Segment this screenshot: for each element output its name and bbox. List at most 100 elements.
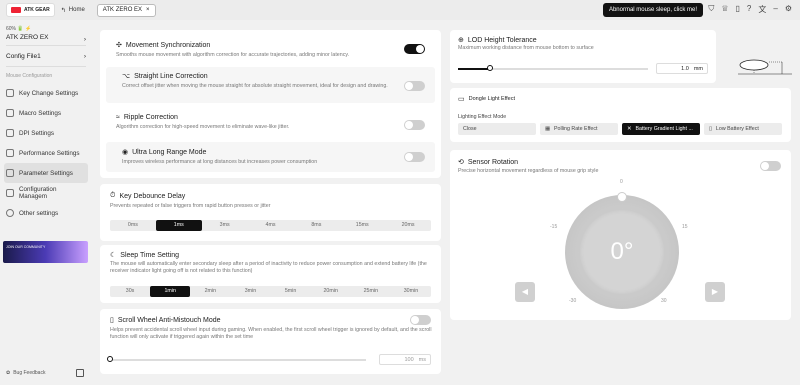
scroll-toggle[interactable] <box>410 315 431 325</box>
settings-icon[interactable]: ⚙ <box>785 4 792 15</box>
sleep-option[interactable]: 30min <box>391 286 431 297</box>
ulr-title: Ultra Long Range Mode <box>132 148 207 156</box>
sleep-option[interactable]: 25min <box>351 286 391 297</box>
crown-icon[interactable]: ♕ <box>721 4 728 15</box>
lod-desc: Maximum working distance from mouse bott… <box>458 45 594 51</box>
straight-icon: ⌥ <box>122 73 131 80</box>
ripple-title: Ripple Correction <box>123 114 178 121</box>
sidebar-item-key-change[interactable]: Key Change Settings <box>0 83 92 103</box>
divider <box>6 45 86 46</box>
battery-icon: ▯ <box>709 126 712 132</box>
ripple-icon: ≈ <box>116 114 120 121</box>
debounce-option[interactable]: 0ms <box>110 220 156 231</box>
translate-icon[interactable]: 文 <box>758 4 766 15</box>
macro-icon <box>6 109 14 117</box>
scroll-slider[interactable] <box>107 356 366 362</box>
sidebar-item-macro[interactable]: Macro Settings <box>0 103 92 123</box>
dongle-option-battery-gradient[interactable]: ✕ Battery Gradient Light ... <box>622 123 700 135</box>
debounce-option[interactable]: 15ms <box>339 220 385 231</box>
bug-feedback-label: Bug Feedback <box>13 370 46 376</box>
ripple-desc: Algorithm correction for high-speed move… <box>116 124 290 130</box>
sidebar-item-other[interactable]: Other settings <box>0 203 92 223</box>
brand-logo[interactable]: ATK GEAR <box>6 3 55 17</box>
debounce-option[interactable]: 8ms <box>293 220 339 231</box>
sidebar-item-parameter[interactable]: Parameter Settings <box>4 163 88 183</box>
ulr-toggle[interactable] <box>404 152 425 162</box>
sleep-title: Sleep Time Setting <box>120 251 180 259</box>
debounce-option[interactable]: 4ms <box>248 220 294 231</box>
collapse-sidebar-icon[interactable] <box>76 369 84 377</box>
slider-knob[interactable] <box>487 65 494 71</box>
straight-desc: Correct offset jitter when moving the mo… <box>122 83 388 89</box>
dial-knob[interactable] <box>617 192 627 202</box>
scroll-value: 100 <box>404 356 414 363</box>
sleep-option[interactable]: 2min <box>190 286 230 297</box>
shirt-icon[interactable]: ⛉ <box>708 4 714 15</box>
moon-icon: ☾ <box>110 252 117 259</box>
bug-icon: ✿ <box>6 370 11 376</box>
device-tab-label: ATK ZERO EX <box>102 7 143 13</box>
sleep-option[interactable]: 1min <box>150 286 191 297</box>
config-icon <box>6 189 14 197</box>
motion-settings-card: ✣ Movement Synchronization Smooths mouse … <box>100 30 441 178</box>
document-icon[interactable]: ▯ <box>736 4 740 15</box>
dongle-option-polling[interactable]: ▦ Polling Rate Effect <box>540 123 618 135</box>
sleep-option[interactable]: 3min <box>230 286 270 297</box>
straight-title: Straight Line Correction <box>134 72 208 80</box>
device-chevron-icon[interactable]: › <box>0 24 92 43</box>
bug-feedback-link[interactable]: ✿ Bug Feedback <box>6 370 45 376</box>
scroll-value-input[interactable]: 100 ms <box>379 354 431 365</box>
lod-card: ⊕ LOD Height Tolerance Maximum working di… <box>450 30 716 83</box>
sidebar-item-performance[interactable]: Performance Settings <box>0 143 92 163</box>
question-icon[interactable]: ? <box>747 4 751 15</box>
lod-title: LOD Height Tolerance <box>467 36 537 44</box>
sleep-alert-button[interactable]: Abnormal mouse sleep, click me! <box>602 3 703 17</box>
sidebar-item-label: Configuration Managem <box>18 186 57 200</box>
scroll-unit: ms <box>418 356 426 363</box>
lod-value: 1.0 <box>681 65 689 72</box>
ripple-row: ≈ Ripple Correction Algorithm correction … <box>100 108 441 138</box>
sync-title: Movement Synchronization <box>125 41 211 49</box>
sidebar-item-dpi[interactable]: DPI Settings <box>0 123 92 143</box>
slider-fill <box>458 68 491 70</box>
debounce-option[interactable]: 1ms <box>155 220 202 231</box>
minus-icon[interactable]: – <box>773 4 777 15</box>
dongle-option-low-battery[interactable]: ▯ Low Battery Effect <box>704 123 782 135</box>
lod-slider[interactable] <box>458 65 648 71</box>
straight-toggle[interactable] <box>404 81 425 91</box>
sync-icon: ✣ <box>116 42 122 49</box>
sleep-option[interactable]: 20min <box>311 286 351 297</box>
lod-mouse-illustration <box>730 58 796 78</box>
slider-knob[interactable] <box>107 356 113 362</box>
ripple-toggle[interactable] <box>404 120 425 130</box>
wifi-icon: ◉ <box>122 149 129 156</box>
rotate-right-button[interactable]: ▶ <box>705 282 725 302</box>
scroll-card: ▯ Scroll Wheel Anti-Mistouch Mode Helps p… <box>100 309 441 374</box>
dongle-option-label: Close <box>463 126 477 132</box>
config-selector[interactable]: Config File1 › <box>0 48 92 64</box>
device-tab[interactable]: ATK ZERO EX × <box>96 3 156 17</box>
sleep-option[interactable]: 5min <box>271 286 311 297</box>
sensor-toggle[interactable] <box>760 161 781 171</box>
sliders-icon <box>6 169 14 177</box>
sensor-rotation-dial[interactable]: 0° <box>565 192 679 309</box>
sensor-title: Sensor Rotation <box>467 158 519 166</box>
close-icon[interactable]: × <box>146 7 150 13</box>
keyboard-icon <box>6 89 14 97</box>
sleep-option[interactable]: 30s <box>110 286 150 297</box>
debounce-desc: Prevents repeated or false triggers from… <box>110 203 271 209</box>
tick-minus-15: -15 <box>550 224 558 230</box>
debounce-option[interactable]: 20ms <box>385 220 431 231</box>
debounce-card: ⏱ Key Debounce Delay Prevents repeated or… <box>100 184 441 241</box>
sidebar-item-configuration[interactable]: Configuration Managem <box>0 183 92 203</box>
debounce-option[interactable]: 3ms <box>202 220 248 231</box>
rotation-value: 0° <box>610 238 634 265</box>
home-link[interactable]: ↰ Home <box>61 7 85 14</box>
sync-toggle[interactable] <box>404 44 425 54</box>
rotate-left-button[interactable]: ◀ <box>515 282 535 302</box>
sidebar: 60% 🔋 ⚡ ATK ZERO EX › Config File1 › Mou… <box>0 20 92 385</box>
dongle-option-close[interactable]: Close <box>458 123 536 135</box>
debounce-selector: 0ms 1ms 3ms 4ms 8ms 15ms 20ms <box>110 220 431 231</box>
lod-value-input[interactable]: 1.0 mm <box>656 63 708 74</box>
community-banner[interactable]: JOIN OUR COMMUNITY <box>3 241 88 263</box>
